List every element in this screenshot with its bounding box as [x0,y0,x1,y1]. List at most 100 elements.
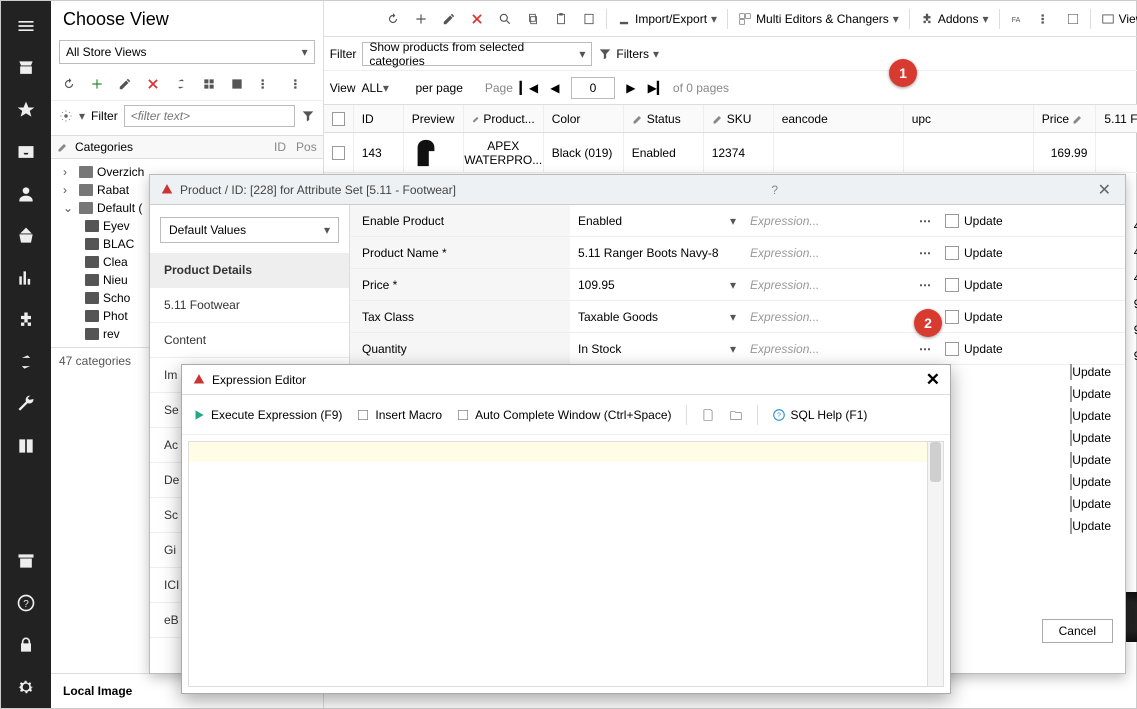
col-preview[interactable]: Preview [404,105,464,132]
col-price[interactable]: Price [1034,105,1097,132]
field-value[interactable]: In Stock [570,342,750,356]
insert-macro-button[interactable]: Insert Macro [356,408,442,422]
image-icon[interactable] [227,74,247,94]
expression-placeholder[interactable]: Expression... [750,278,910,292]
more-button[interactable]: ⋯ [910,278,940,292]
gear-icon[interactable] [1,666,51,708]
tab-product-details[interactable]: Product Details [150,253,349,288]
open-expr-button[interactable] [729,408,743,422]
next-page-icon[interactable]: ▶ [621,78,641,98]
col-id[interactable]: ID [354,105,404,132]
tool-misc-button[interactable] [1060,5,1086,33]
save-expr-button[interactable] [701,408,715,422]
cancel-button[interactable]: Cancel [1042,619,1113,643]
filter-input[interactable] [124,105,295,127]
transfer-icon[interactable] [1,341,51,383]
chart-icon[interactable] [1,257,51,299]
menu-icon[interactable] [1,5,51,47]
store-icon[interactable] [1,47,51,89]
star-icon[interactable] [1,89,51,131]
sort-asc-icon[interactable] [283,74,303,94]
view-all-select[interactable]: ALL [362,81,410,95]
add-button[interactable] [408,5,434,33]
filters-button[interactable]: Filters [598,47,659,61]
search-button[interactable] [492,5,518,33]
close-icon[interactable]: ✕ [926,370,940,390]
filter-combo[interactable]: Show products from selected categories [362,42,592,66]
paste-button[interactable] [548,5,574,33]
lock-icon[interactable] [1,624,51,666]
col-product[interactable]: Product... [464,105,544,132]
prev-page-icon[interactable]: ◀ [545,78,565,98]
scrollbar[interactable] [927,442,943,686]
tool-fa-button[interactable]: FA [1004,5,1030,33]
swap-icon[interactable] [171,74,191,94]
expression-textarea[interactable] [188,441,944,687]
clipboard-button[interactable] [576,5,602,33]
chevron-down-icon[interactable] [79,109,85,123]
inbox-icon[interactable] [1,131,51,173]
expression-placeholder[interactable]: Expression... [750,246,910,260]
settings-icon[interactable] [59,109,73,123]
delete-icon[interactable] [143,74,163,94]
update-checkbox[interactable] [940,246,964,260]
col-color[interactable]: Color [544,105,624,132]
last-page-icon[interactable]: ▶▎ [647,78,667,98]
field-value[interactable]: 5.11 Ranger Boots Navy-8 [570,246,750,260]
filter-funnel-icon[interactable] [301,109,315,123]
page-input[interactable] [571,77,615,99]
col-eancode[interactable]: eancode [774,105,904,132]
field-value[interactable]: 109.95 [570,278,750,292]
update-checkbox[interactable] [940,310,964,324]
basket-icon[interactable] [1,215,51,257]
more-button[interactable]: ⋯ [910,214,940,228]
refresh-button[interactable] [380,5,406,33]
archive-icon[interactable] [1,540,51,582]
first-page-icon[interactable]: ▎◀ [519,78,539,98]
view-button[interactable]: View [1095,5,1137,33]
update-checkbox[interactable] [940,278,964,292]
table-row[interactable]: 143 APEXWATERPRO... Black (019) Enabled … [324,133,1137,173]
help-icon[interactable]: ? [1,582,51,624]
help-button[interactable]: ? [761,183,788,197]
delete-button[interactable] [464,5,490,33]
autocomplete-button[interactable]: Auto Complete Window (Ctrl+Space) [456,408,671,422]
sort-desc-icon[interactable] [255,74,275,94]
col-status[interactable]: Status [624,105,704,132]
col-511[interactable]: 5.11 Fo... [1096,105,1137,132]
addons-button[interactable]: Addons [914,5,995,33]
user-icon[interactable] [1,173,51,215]
refresh-icon[interactable] [59,74,79,94]
import-export-button[interactable]: Import/Export [611,5,723,33]
store-select[interactable]: All Store Views [59,40,315,64]
col-upc[interactable]: upc [904,105,1034,132]
execute-button[interactable]: Execute Expression (F9) [192,408,342,422]
edit-button[interactable] [436,5,462,33]
update-checkbox[interactable] [940,214,964,228]
more-button[interactable]: ⋯ [910,342,940,356]
more-button[interactable]: ⋯ [910,246,940,260]
default-values-select[interactable]: Default Values [160,217,339,243]
field-value[interactable]: Taxable Goods [570,310,750,324]
col-sku[interactable]: SKU [704,105,774,132]
sql-help-button[interactable]: ?SQL Help (F1) [772,408,868,422]
plugin-icon[interactable] [1,299,51,341]
book-icon[interactable] [1,425,51,467]
update-checkbox[interactable] [940,342,964,356]
field-value[interactable]: Enabled [570,214,750,228]
expression-placeholder[interactable]: Expression... [750,342,910,356]
expression-placeholder[interactable]: Expression... [750,310,910,324]
select-all-checkbox[interactable] [332,112,345,126]
wrench-icon[interactable] [1,383,51,425]
expression-placeholder[interactable]: Expression... [750,214,910,228]
close-icon[interactable]: ✕ [1094,180,1115,200]
multi-editors-button[interactable]: Multi Editors & Changers [732,5,905,33]
add-icon[interactable] [87,74,107,94]
tab-content[interactable]: Content [150,323,349,358]
copy-button[interactable] [520,5,546,33]
row-checkbox[interactable] [332,146,345,160]
tool-sort-button[interactable] [1032,5,1058,33]
edit-icon[interactable] [115,74,135,94]
grid-icon[interactable] [199,74,219,94]
tab-511-footwear[interactable]: 5.11 Footwear [150,288,349,323]
